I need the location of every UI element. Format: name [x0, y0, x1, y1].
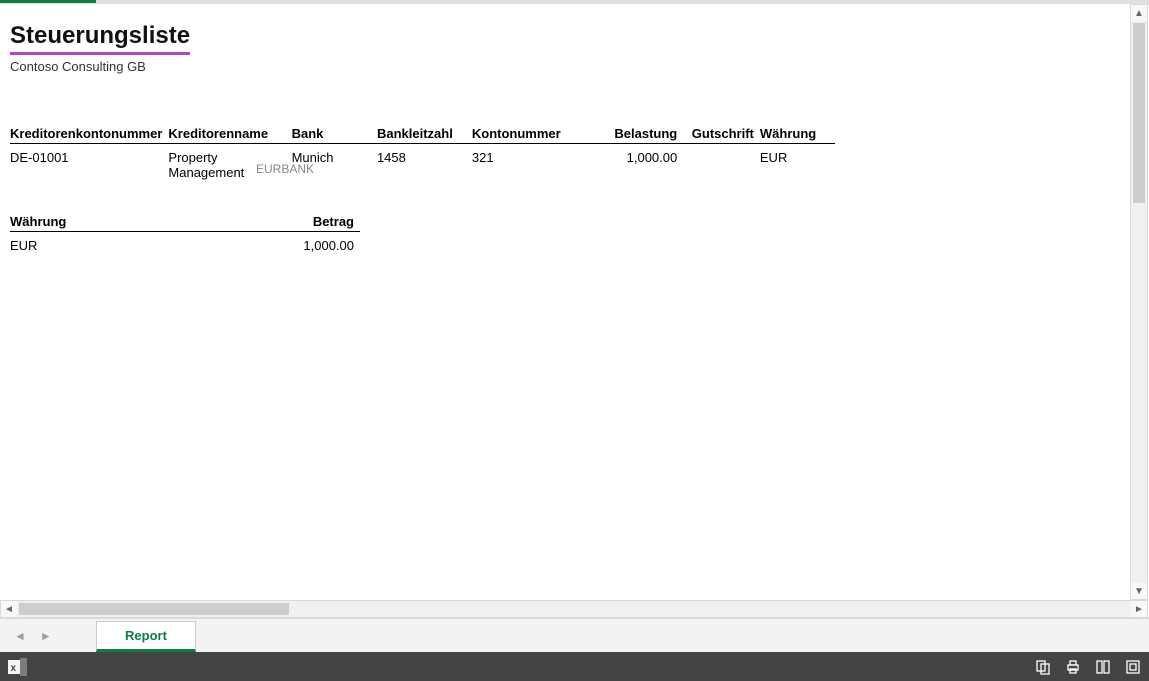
cell-sum-currency: EUR — [10, 232, 290, 256]
cell-sum-amount: 1,000.00 — [290, 232, 360, 256]
table-row: EUR 1,000.00 — [10, 232, 360, 256]
prev-sheet-icon[interactable]: ◄ — [14, 629, 26, 643]
report-body: Steuerungsliste Contoso Consulting GB EU… — [0, 4, 1126, 255]
main-table: Kreditorenkontonummer Kreditorenname Ban… — [10, 124, 835, 182]
sheet-tab-bar: ◄ ► Report — [0, 618, 1149, 652]
col-bank-code: Bankleitzahl — [377, 124, 472, 144]
print-icon[interactable] — [1065, 659, 1081, 675]
page-layout-icon[interactable] — [1095, 659, 1111, 675]
cell-bank-code: 1458 — [377, 144, 472, 183]
horizontal-scrollbar[interactable]: ◄ ► — [0, 600, 1148, 618]
cell-account-no: 321 — [472, 144, 592, 183]
col-currency: Währung — [760, 124, 835, 144]
summary-table: Währung Betrag EUR 1,000.00 — [10, 212, 360, 255]
col-sum-amount: Betrag — [290, 212, 360, 232]
sheet-tab-report[interactable]: Report — [96, 621, 196, 652]
sheet-tab-label: Report — [125, 628, 167, 643]
page-break-preview-icon[interactable] — [1035, 659, 1051, 675]
cell-creditor-account-no: DE-01001 — [10, 144, 168, 183]
v-scroll-track[interactable] — [1131, 21, 1147, 583]
cell-bank: Munich — [292, 144, 377, 183]
v-scroll-thumb[interactable] — [1133, 23, 1145, 203]
full-screen-icon[interactable] — [1125, 659, 1141, 675]
scroll-up-arrow-icon[interactable]: ▲ — [1131, 5, 1147, 21]
excel-icon: x — [8, 658, 28, 676]
col-account-no: Kontonummer — [472, 124, 592, 144]
status-bar: x — [0, 652, 1149, 681]
h-scroll-thumb[interactable] — [19, 603, 289, 615]
col-sum-currency: Währung — [10, 212, 290, 232]
scroll-down-arrow-icon[interactable]: ▼ — [1131, 583, 1147, 599]
cell-creditor-name: Property Management — [168, 144, 291, 183]
col-creditor-account-no: Kreditorenkontonummer — [10, 124, 168, 144]
vertical-scrollbar[interactable]: ▲ ▼ — [1130, 4, 1148, 600]
cell-debit: 1,000.00 — [592, 144, 683, 183]
report-title: Steuerungsliste — [10, 22, 190, 55]
col-debit: Belastung — [592, 124, 683, 144]
scroll-right-arrow-icon[interactable]: ► — [1131, 601, 1147, 617]
scroll-left-arrow-icon[interactable]: ◄ — [1, 601, 17, 617]
svg-text:x: x — [11, 663, 17, 674]
col-bank: Bank — [292, 124, 377, 144]
next-sheet-icon[interactable]: ► — [40, 629, 52, 643]
cell-currency: EUR — [760, 144, 835, 183]
cell-credit — [683, 144, 760, 183]
report-subtitle: Contoso Consulting GB — [10, 59, 1116, 74]
col-creditor-name: Kreditorenname — [168, 124, 291, 144]
top-accent-active — [0, 0, 96, 3]
table-row: DE-01001 Property Management Munich 1458… — [10, 144, 835, 183]
col-credit: Gutschrift — [683, 124, 760, 144]
report-viewport: Steuerungsliste Contoso Consulting GB EU… — [0, 4, 1126, 600]
